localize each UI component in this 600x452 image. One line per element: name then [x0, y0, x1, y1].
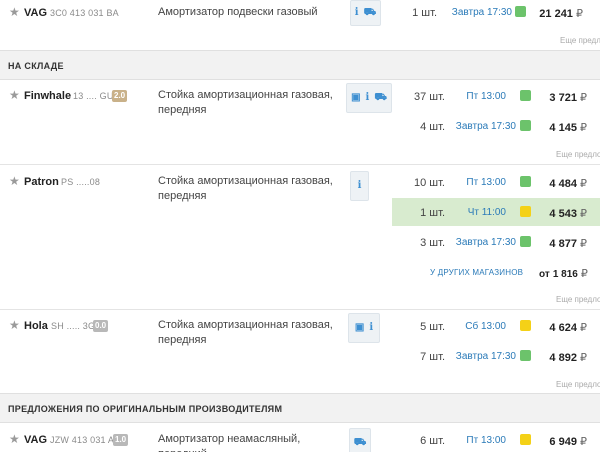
- price[interactable]: 4 484 ₽: [537, 177, 587, 190]
- price[interactable]: 4 145 ₽: [537, 121, 587, 134]
- rating-badge: 1.0: [113, 434, 129, 446]
- price[interactable]: 4 624 ₽: [537, 321, 587, 334]
- currency: ₽: [580, 352, 587, 364]
- delivery-time: Завтра 17:30: [451, 7, 512, 18]
- availability-indicator: [520, 120, 531, 131]
- more-offers-link[interactable]: Еще предло: [556, 295, 600, 304]
- section-title: ПРЕДЛОЖЕНИЯ ПО ОРИГИНАЛЬНЫМ ПРОИЗВОДИТЕЛ…: [8, 404, 283, 414]
- rating-badge: 0.0: [93, 320, 109, 332]
- car-icon[interactable]: ⛟: [374, 93, 387, 103]
- price[interactable]: 4 892 ₽: [537, 351, 587, 364]
- more-offers-link[interactable]: Еще предл: [560, 36, 600, 45]
- section-title: НА СКЛАДЕ: [8, 61, 64, 71]
- favorite-star-icon[interactable]: ★: [9, 433, 20, 445]
- product-icons: ⛟: [349, 428, 371, 452]
- availability-indicator: [520, 350, 531, 361]
- currency: ₽: [580, 322, 587, 334]
- product-description: Амортизатор неамасляный, передний: [158, 433, 301, 452]
- car-icon[interactable]: ⛟: [354, 438, 367, 448]
- favorite-star-icon[interactable]: ★: [9, 319, 20, 331]
- other-stores-price[interactable]: от 1 816 ₽: [539, 267, 588, 280]
- product-icons: ▣ i: [348, 313, 380, 343]
- delivery-time: Завтра 17:30: [455, 121, 516, 132]
- favorite-star-icon[interactable]: ★: [9, 6, 20, 18]
- price-value: 21 241: [539, 8, 573, 20]
- quantity: 1 шт.: [412, 7, 437, 19]
- favorite-star-icon[interactable]: ★: [9, 175, 20, 187]
- price[interactable]: 3 721 ₽: [537, 91, 587, 104]
- section-header-stock: НА СКЛАДЕ: [0, 50, 600, 80]
- availability-indicator: [520, 236, 531, 247]
- info-icon[interactable]: i: [355, 8, 359, 18]
- article-number: 3C0 413 031 BA: [50, 8, 119, 18]
- brand-name[interactable]: Patron: [24, 176, 59, 188]
- product-icons: i ⛟: [350, 0, 381, 26]
- availability-indicator: [520, 176, 531, 187]
- price[interactable]: 21 241 ₽: [533, 7, 583, 20]
- car-icon[interactable]: ⛟: [364, 8, 377, 18]
- article-number: SH ..... 3G: [51, 321, 96, 331]
- price-value: 4 543: [549, 208, 577, 220]
- price-prefix: от: [539, 269, 550, 280]
- section-header-original: ПРЕДЛОЖЕНИЯ ПО ОРИГИНАЛЬНЫМ ПРОИЗВОДИТЕЛ…: [0, 393, 600, 423]
- price[interactable]: 4 543 ₽: [537, 207, 587, 220]
- row-divider: [0, 309, 600, 310]
- more-offers-link[interactable]: Еще предло: [556, 150, 600, 159]
- delivery-time: Сб 13:00: [465, 321, 506, 332]
- price-value: 3 721: [549, 92, 577, 104]
- availability-indicator: [520, 90, 531, 101]
- info-icon[interactable]: i: [369, 323, 373, 333]
- price-value: 4 877: [549, 238, 577, 250]
- rating-badge: 2.0: [112, 90, 128, 102]
- price-value: 1 816: [552, 269, 578, 280]
- currency: ₽: [580, 92, 587, 104]
- other-stores-link[interactable]: У ДРУГИХ МАГАЗИНОВ: [430, 268, 523, 277]
- delivery-time: Пт 13:00: [466, 177, 506, 188]
- info-icon[interactable]: i: [358, 181, 362, 191]
- price-value: 4 484: [549, 178, 577, 190]
- delivery-time: Завтра 17:30: [455, 237, 516, 248]
- price[interactable]: 6 949 ₽: [537, 435, 587, 448]
- product-description: Стойка амортизационная газовая, передняя: [158, 89, 333, 116]
- price-value: 4 624: [549, 322, 577, 334]
- brand-name[interactable]: Finwhale: [24, 90, 71, 102]
- product-description: Стойка амортизационная газовая, передняя: [158, 175, 333, 202]
- currency: ₽: [580, 268, 588, 280]
- currency: ₽: [580, 436, 587, 448]
- product-description: Стойка амортизационная газовая, передняя: [158, 319, 333, 346]
- brand-name[interactable]: VAG: [24, 7, 47, 19]
- brand-name[interactable]: VAG: [24, 434, 47, 446]
- currency: ₽: [576, 8, 583, 20]
- product-description: Амортизатор подвески газовый: [158, 6, 318, 18]
- article-number: 13 .... GU: [73, 91, 114, 101]
- more-offers-link[interactable]: Еще предло: [556, 380, 600, 389]
- currency: ₽: [580, 178, 587, 190]
- price-value: 4 892: [549, 352, 577, 364]
- delivery-time: Пт 13:00: [466, 435, 506, 446]
- product-icons: ▣ i ⛟: [346, 83, 392, 113]
- camera-icon[interactable]: ▣: [351, 93, 360, 103]
- article-number: PS .....08: [61, 177, 101, 187]
- price-value: 4 145: [549, 122, 577, 134]
- info-icon[interactable]: i: [366, 93, 370, 103]
- availability-indicator: [520, 206, 531, 217]
- currency: ₽: [580, 122, 587, 134]
- camera-icon[interactable]: ▣: [355, 323, 364, 333]
- price-value: 6 949: [549, 436, 577, 448]
- product-icons: i: [350, 171, 369, 201]
- availability-indicator: [520, 320, 531, 331]
- price[interactable]: 4 877 ₽: [537, 237, 587, 250]
- article-number: JZW 413 031 A: [50, 435, 115, 445]
- delivery-time: Пт 13:00: [466, 91, 506, 102]
- currency: ₽: [580, 208, 587, 220]
- brand-name[interactable]: Hola: [24, 320, 48, 332]
- row-divider: [0, 164, 600, 165]
- delivery-time: Чт 11:00: [467, 207, 506, 218]
- delivery-time: Завтра 17:30: [455, 351, 516, 362]
- currency: ₽: [580, 238, 587, 250]
- availability-indicator: [520, 434, 531, 445]
- availability-indicator: [515, 6, 526, 17]
- favorite-star-icon[interactable]: ★: [9, 89, 20, 101]
